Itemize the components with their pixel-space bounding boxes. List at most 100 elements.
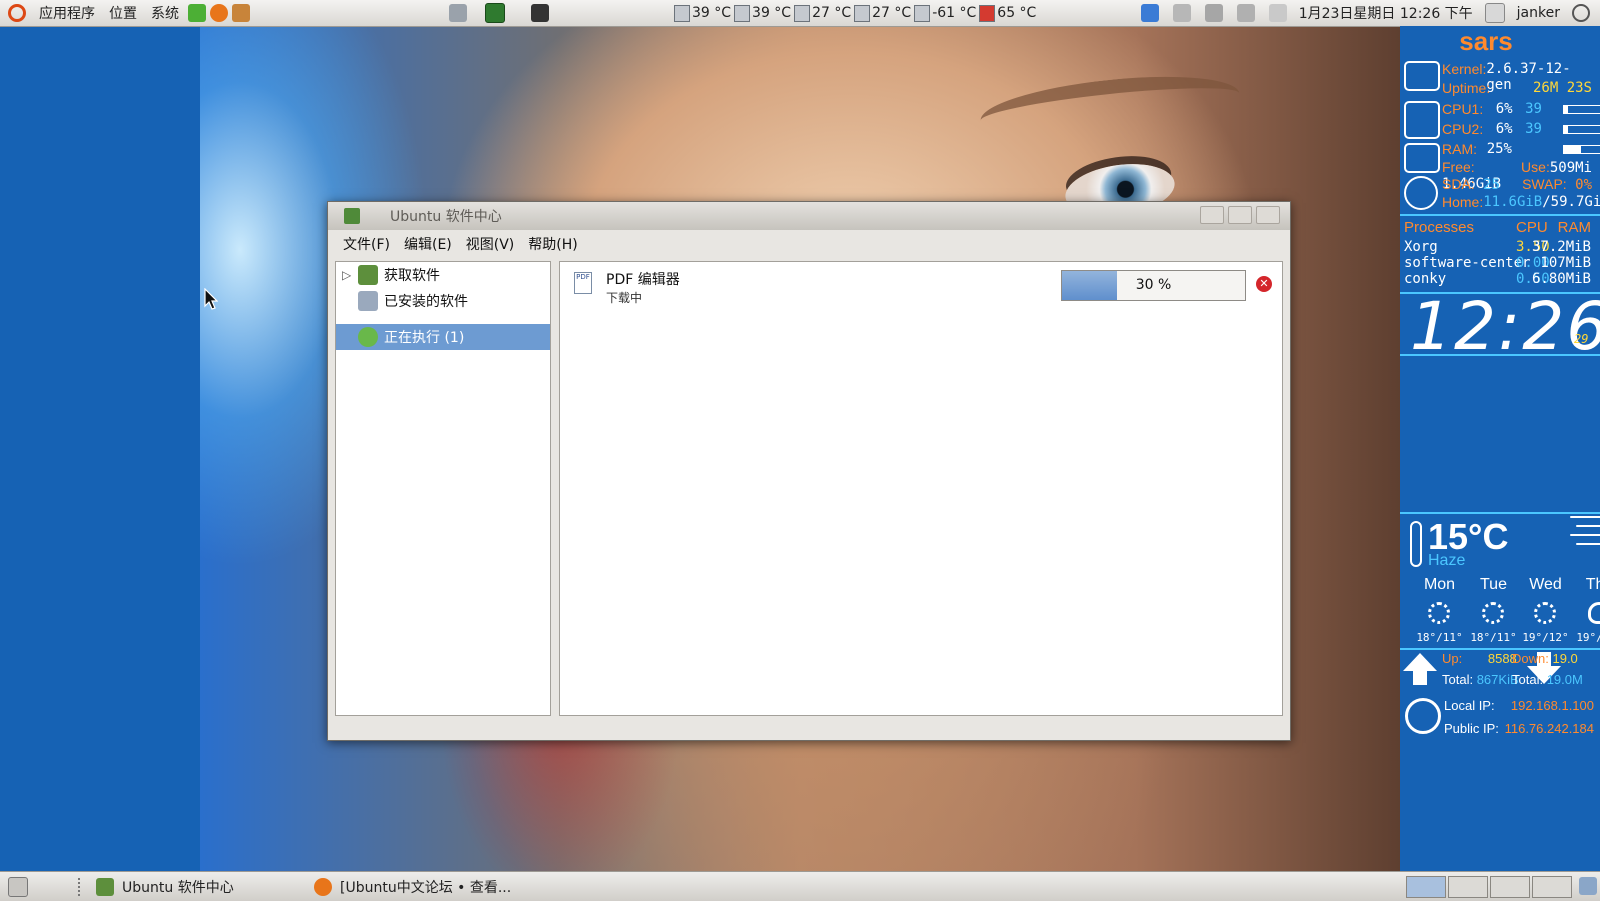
list-item[interactable]: PDF PDF 编辑器 下载中 30 % ✕: [560, 262, 1282, 308]
uptime-row: Uptime: 26M 23S: [1442, 80, 1592, 96]
public-ip-row: Public IP: 116.76.242.184: [1444, 721, 1594, 736]
forecast-range: 18°/11°: [1416, 631, 1463, 644]
minimize-button[interactable]: [1200, 206, 1224, 224]
haze-icon: [1570, 516, 1600, 560]
firefox-icon: [314, 877, 332, 896]
forecast-range: 19°/13°: [1576, 631, 1600, 644]
menu-applications[interactable]: 应用程序: [32, 3, 102, 23]
process-row: conky 0.50 6.80MiB: [1404, 271, 1591, 287]
sun-icon: [1534, 602, 1556, 624]
mail-icon[interactable]: [1268, 4, 1287, 22]
user-icon: [1484, 3, 1505, 23]
temp-sensor: 65 °C: [979, 4, 1036, 22]
trash-icon[interactable]: [1579, 877, 1597, 895]
system-tray: 1月23日星期日 12:26 下午 janker: [1139, 0, 1592, 26]
network-icon[interactable]: [1172, 4, 1191, 22]
pointer-icon[interactable]: [1140, 4, 1159, 22]
network-manager-icon[interactable]: [449, 4, 467, 22]
forecast-day: Thu: [1585, 576, 1600, 593]
ram-bar: [1563, 145, 1600, 154]
get-software-icon: [358, 265, 378, 285]
hostname: sars: [1459, 26, 1513, 56]
ubuntu-logo-icon[interactable]: [8, 4, 26, 22]
conky-seconds: 29: [1574, 332, 1589, 346]
expander-arrow-icon[interactable]: ▷: [342, 268, 356, 282]
ram-row: RAM: 25%: [1442, 141, 1512, 157]
cloudy-icon: [1588, 602, 1600, 624]
menu-places[interactable]: 位置: [102, 3, 144, 23]
statusbar: [335, 720, 1281, 732]
chip-hot-icon: [979, 4, 996, 22]
monitor-icon: [1404, 61, 1440, 91]
taskbar-item[interactable]: [Ubuntu中文论坛 • 查看...: [312, 875, 511, 898]
power-icon[interactable]: [1572, 4, 1590, 22]
upload-arrow-icon: [1403, 653, 1437, 671]
volume-icon[interactable]: [1236, 4, 1255, 22]
forecast-day: Mon: [1423, 576, 1456, 593]
sidebar-item-in-progress[interactable]: 正在执行 (1): [336, 324, 550, 350]
launcher-icon[interactable]: [232, 4, 250, 22]
divider: [1400, 512, 1600, 514]
menu-view[interactable]: 视图(V): [459, 234, 522, 254]
download-progress-bar: 30 %: [1061, 270, 1246, 301]
chip-icon: [674, 4, 690, 22]
temp-sensor: 27 °C: [854, 4, 911, 22]
cpu1-row: CPU1: 6% 39: [1442, 101, 1542, 117]
window-titlebar[interactable]: Ubuntu 软件中心: [328, 202, 1290, 230]
divider: [1400, 648, 1600, 650]
conky-monitor: sars Kernel: 2.6.37-12-gen Uptime: 26M 2…: [1400, 26, 1600, 871]
cpu2-row: CPU2: 6% 39: [1442, 121, 1542, 137]
window-buttons: [1200, 206, 1280, 224]
window-title: Ubuntu 软件中心: [390, 209, 502, 225]
kernel-row: Kernel: 2.6.37-12-gen: [1442, 61, 1571, 93]
download-speed: Down: 19.0: [1512, 651, 1578, 666]
temp-sensor: -61 °C: [914, 4, 976, 22]
taskbar-item[interactable]: Ubuntu 软件中心: [78, 875, 234, 898]
panel-clock[interactable]: 1月23日星期日 12:26 下午: [1299, 3, 1473, 23]
sidebar-item-installed-software[interactable]: 已安装的软件: [336, 288, 550, 314]
task-status: 下载中: [606, 291, 643, 305]
show-desktop-icon[interactable]: [8, 877, 28, 897]
sidebar-item-label: 正在执行 (1): [384, 330, 465, 346]
launcher-icon[interactable]: [188, 4, 206, 22]
sidebar-item-label: 已安装的软件: [384, 294, 468, 310]
mouse-cursor-icon: [204, 288, 218, 310]
chip-icon: [914, 4, 931, 22]
refresh-icon: [358, 327, 378, 347]
panel-user[interactable]: janker: [1517, 5, 1560, 21]
software-center-icon: [344, 208, 360, 224]
mem-row: Free: 1.46GiB Use:509Mi: [1442, 159, 1592, 192]
software-center-window: Ubuntu 软件中心 文件(F) 编辑(E) 视图(V) 帮助(H) ▷ 获取…: [327, 201, 1291, 741]
menu-help[interactable]: 帮助(H): [521, 234, 584, 254]
upload-total: Total: 867KiB: [1442, 672, 1519, 687]
menubar: 文件(F) 编辑(E) 视图(V) 帮助(H): [328, 230, 1290, 258]
terminal-icon[interactable]: [531, 4, 549, 22]
menu-system[interactable]: 系统: [144, 3, 186, 23]
disk-icon: [1404, 176, 1438, 210]
workspace-1[interactable]: [1406, 876, 1446, 898]
chip-icon: [734, 4, 751, 22]
close-button[interactable]: [1256, 206, 1280, 224]
workspace-3[interactable]: [1490, 876, 1530, 898]
cpu1-bar: [1563, 105, 1600, 114]
firefox-icon[interactable]: [210, 4, 228, 22]
bottom-panel: Ubuntu 软件中心 [Ubuntu中文论坛 • 查看...: [0, 871, 1600, 901]
system-monitor-icon[interactable]: [485, 3, 505, 23]
sidebar-item-label: 获取软件: [384, 268, 440, 284]
software-center-icon: [96, 877, 114, 896]
sidebar-item-get-software[interactable]: ▷ 获取软件: [336, 262, 550, 288]
divider: [1400, 214, 1600, 216]
menu-file[interactable]: 文件(F): [336, 234, 397, 254]
cancel-download-button[interactable]: ✕: [1256, 276, 1272, 292]
home-row: Home: 11.6GiB/59.7GiB: [1442, 194, 1600, 210]
maximize-button[interactable]: [1228, 206, 1252, 224]
weather-condition: Haze: [1428, 552, 1466, 569]
progress-label: 30 %: [1135, 277, 1172, 293]
wrench-icon[interactable]: [1204, 4, 1223, 22]
workspace-4[interactable]: [1532, 876, 1572, 898]
workspace-2[interactable]: [1448, 876, 1488, 898]
menu-edit[interactable]: 编辑(E): [397, 234, 459, 254]
forecast-range: 19°/12°: [1522, 631, 1569, 644]
task-name: PDF 编辑器: [606, 272, 680, 288]
sun-icon: [1428, 602, 1450, 624]
